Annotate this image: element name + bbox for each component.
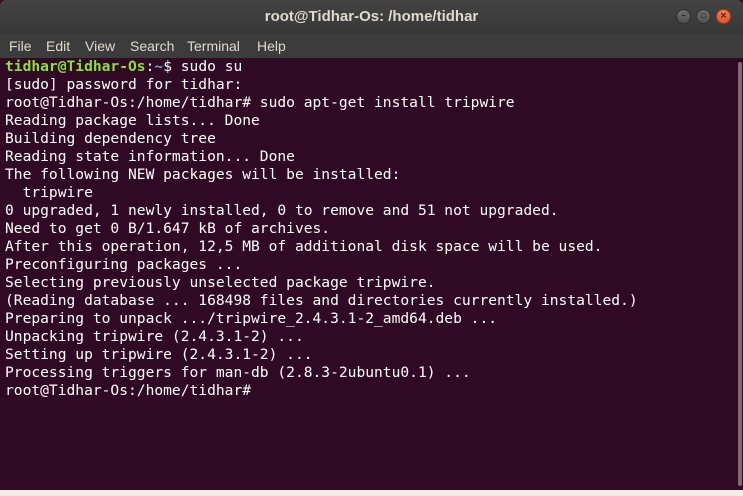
menu-edit[interactable]: Edit <box>46 38 70 54</box>
output-line: Need to get 0 B/1.647 kB of archives. <box>5 220 331 237</box>
output-line: Processing triggers for man-db (2.8.3-2u… <box>5 364 471 381</box>
output-line: Selecting previously unselected package … <box>5 274 436 291</box>
output-line: Unpacking tripwire (2.4.3.1-2) ... <box>5 328 304 345</box>
menu-bar: File Edit View Search Terminal Help <box>0 34 743 58</box>
vertical-scrollbar[interactable] <box>728 58 743 490</box>
maximize-button[interactable]: ▫ <box>696 9 711 24</box>
close-icon: × <box>719 11 728 21</box>
minimize-icon: – <box>681 11 686 21</box>
prompt-user-host: tidhar@Tidhar-Os <box>5 58 146 75</box>
menu-terminal[interactable]: Terminal <box>187 38 240 54</box>
maximize-icon: ▫ <box>700 11 707 21</box>
menu-file[interactable]: File <box>9 38 32 54</box>
title-bar[interactable]: root@Tidhar-Os: /home/tidhar – ▫ × <box>0 0 743 34</box>
output-line: Setting up tripwire (2.4.3.1-2) ... <box>5 346 313 363</box>
output-line: 0 upgraded, 1 newly installed, 0 to remo… <box>5 202 559 219</box>
prompt-line: tidhar@Tidhar-Os:~$ sudo su <box>5 58 728 76</box>
output-line: Reading package lists... Done <box>5 112 260 129</box>
output-line: Building dependency tree <box>5 130 216 147</box>
prompt-symbol: $ <box>163 58 172 75</box>
current-prompt: root@Tidhar-Os:/home/tidhar# <box>5 382 252 399</box>
menu-search[interactable]: Search <box>130 38 174 54</box>
output-line: tripwire <box>5 184 93 201</box>
minimize-button[interactable]: – <box>676 9 691 24</box>
prompt-path: ~ <box>154 58 164 75</box>
menu-help[interactable]: Help <box>257 38 286 54</box>
output-line: Reading state information... Done <box>5 148 295 165</box>
prompt-command: sudo su <box>171 58 243 75</box>
window-title: root@Tidhar-Os: /home/tidhar <box>264 8 479 25</box>
terminal-output[interactable]: tidhar@Tidhar-Os:~$ sudo su [sudo] passw… <box>0 58 728 490</box>
output-line: root@Tidhar-Os:/home/tidhar# sudo apt-ge… <box>5 94 515 111</box>
terminal-window: root@Tidhar-Os: /home/tidhar – ▫ × File … <box>0 0 743 496</box>
window-bottom-edge <box>0 490 743 496</box>
output-line: (Reading database ... 168498 files and d… <box>5 292 638 309</box>
output-line: The following NEW packages will be insta… <box>5 166 401 183</box>
output-line: [sudo] password for tidhar: <box>5 76 243 93</box>
close-button[interactable]: × <box>716 9 731 24</box>
output-line: After this operation, 12,5 MB of additio… <box>5 238 603 255</box>
output-line: Preconfiguring packages ... <box>5 256 243 273</box>
scrollbar-thumb[interactable] <box>738 62 742 486</box>
menu-view[interactable]: View <box>85 38 115 54</box>
output-line: Preparing to unpack .../tripwire_2.4.3.1… <box>5 310 498 327</box>
